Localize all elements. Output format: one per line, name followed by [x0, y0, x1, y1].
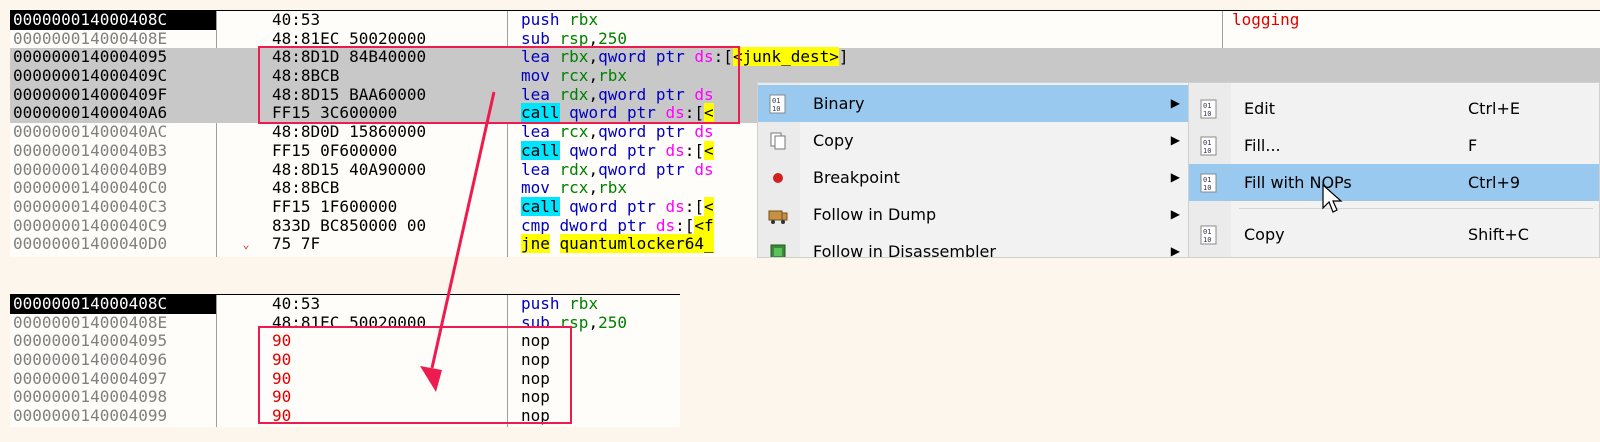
mouse-cursor-icon [1322, 184, 1343, 213]
annotation-arrow [420, 91, 496, 392]
